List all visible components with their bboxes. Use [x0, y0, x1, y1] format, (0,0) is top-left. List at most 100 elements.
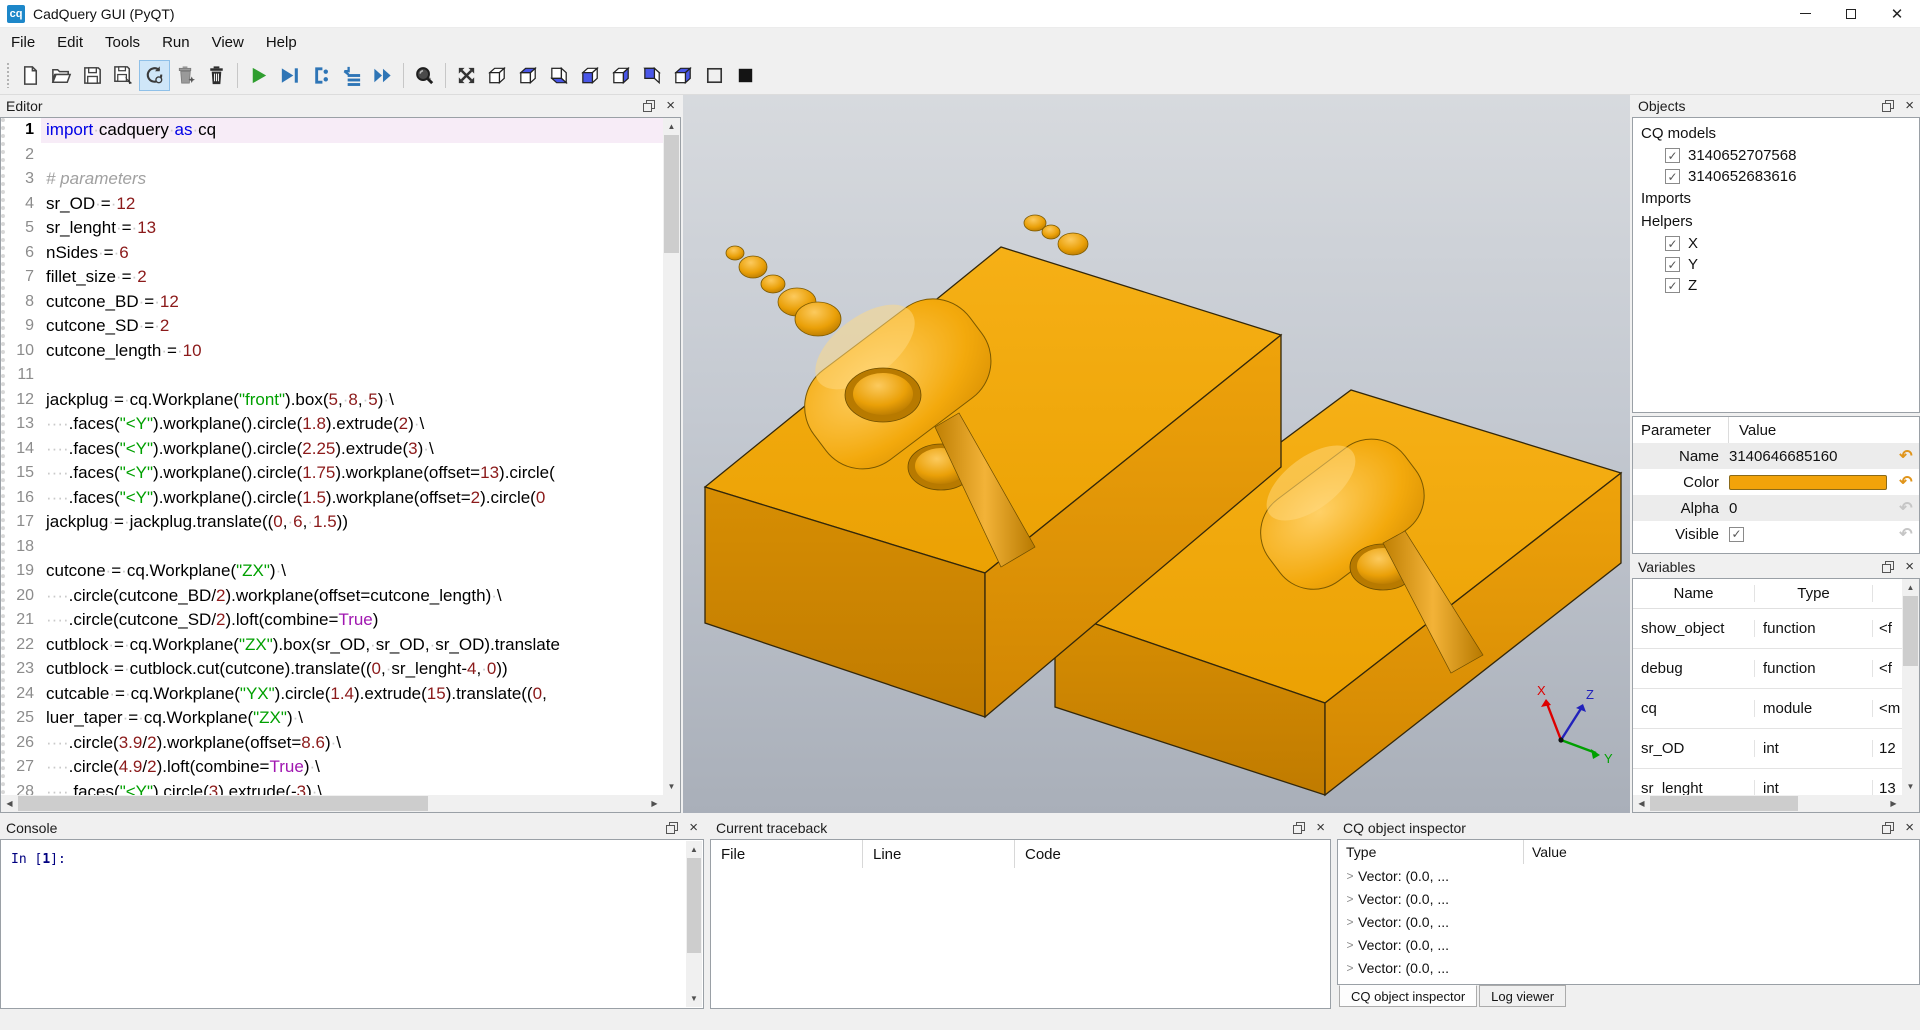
scroll-up-icon[interactable]: ▲	[686, 841, 702, 858]
tab-cq-object-inspector[interactable]: CQ object inspector	[1339, 985, 1477, 1007]
variable-row[interactable]: debugfunction<f	[1633, 649, 1902, 689]
expand-chevron-icon[interactable]: >	[1342, 869, 1358, 883]
render-button[interactable]	[243, 60, 274, 91]
code-line[interactable]: 15····.faces("<Y").workplane().circle(1.…	[5, 461, 663, 486]
code-line[interactable]: 5sr_lenght·=·13	[5, 216, 663, 241]
save-button[interactable]	[77, 60, 108, 91]
reset-icon[interactable]: ↶	[1893, 472, 1919, 492]
reload-button[interactable]	[139, 60, 170, 91]
float-dock-icon[interactable]	[1882, 561, 1894, 573]
code-line[interactable]: 8cutcone_BD·=·12	[5, 290, 663, 315]
close-dock-icon[interactable]: ×	[1905, 100, 1914, 112]
variables-horizontal-scrollbar[interactable]: ◀ ▶	[1633, 795, 1902, 812]
tree-item[interactable]: ✓Z	[1633, 275, 1919, 296]
code-line[interactable]: 12jackplug·=·cq.Workplane("front").box(5…	[5, 388, 663, 413]
code-line[interactable]: 17jackplug·=·jackplug.translate((0,·6,·1…	[5, 510, 663, 535]
new-file-button[interactable]	[15, 60, 46, 91]
menu-help[interactable]: Help	[255, 30, 308, 55]
variable-row[interactable]: show_objectfunction<f	[1633, 609, 1902, 649]
view-left-button[interactable]	[575, 60, 606, 91]
tree-group-label[interactable]: Helpers	[1633, 210, 1919, 233]
float-dock-icon[interactable]	[1293, 822, 1305, 834]
code-line[interactable]: 28····.faces("<Y").circle(3).extrude(-3)…	[5, 780, 663, 796]
tree-group-label[interactable]: CQ models	[1633, 122, 1919, 145]
name-column-header[interactable]: Name	[1633, 585, 1755, 602]
property-value[interactable]: 3140646685160	[1729, 448, 1837, 465]
code-line[interactable]: 22cutblock·=·cq.Workplane("ZX").box(sr_O…	[5, 633, 663, 658]
close-dock-icon[interactable]: ×	[1905, 822, 1914, 834]
tree-item[interactable]: ✓3140652683616	[1633, 166, 1919, 187]
scroll-down-icon[interactable]: ▼	[686, 990, 702, 1007]
wireframe-button[interactable]	[699, 60, 730, 91]
float-dock-icon[interactable]	[1882, 822, 1894, 834]
debug-button[interactable]	[274, 60, 305, 91]
code-line[interactable]: 26····.circle(3.9/2).workplane(offset=8.…	[5, 731, 663, 756]
3d-viewport[interactable]: X Z Y	[683, 95, 1630, 813]
code-line[interactable]: 4sr_OD·=·12	[5, 192, 663, 217]
close-dock-icon[interactable]: ×	[1316, 822, 1325, 834]
code-line[interactable]: 16····.faces("<Y").workplane().circle(1.…	[5, 486, 663, 511]
fit-view-button[interactable]	[451, 60, 482, 91]
float-dock-icon[interactable]	[666, 822, 678, 834]
inspector-row[interactable]: >Vector: (0.0, ...	[1338, 887, 1919, 910]
code-line[interactable]: 21····.circle(cutcone_SD/2).loft(combine…	[5, 608, 663, 633]
reset-icon[interactable]: ↶	[1893, 446, 1919, 466]
scroll-left-icon[interactable]: ◀	[1, 795, 18, 812]
code-line[interactable]: 13····.faces("<Y").workplane().circle(1.…	[5, 412, 663, 437]
inspector-row[interactable]: >Vector: (0.0, ...	[1338, 864, 1919, 887]
checkbox[interactable]: ✓	[1665, 169, 1680, 184]
scroll-down-icon[interactable]: ▼	[1902, 778, 1919, 795]
inspector-row[interactable]: >Vector: (0.0, ...	[1338, 933, 1919, 956]
shaded-button[interactable]	[730, 60, 761, 91]
scroll-thumb[interactable]	[1903, 596, 1918, 666]
open-file-button[interactable]	[46, 60, 77, 91]
scroll-up-icon[interactable]: ▲	[663, 118, 680, 135]
expand-chevron-icon[interactable]: >	[1342, 961, 1358, 975]
tree-item[interactable]: ✓3140652707568	[1633, 145, 1919, 166]
code-column-header[interactable]: Code	[1015, 840, 1061, 868]
code-line[interactable]: 9cutcone_SD·=·2	[5, 314, 663, 339]
line-column-header[interactable]: Line	[863, 840, 1015, 868]
code-line[interactable]: 23cutblock·=·cutblock.cut(cutcone).trans…	[5, 657, 663, 682]
view-top-button[interactable]	[513, 60, 544, 91]
continue-button[interactable]	[367, 60, 398, 91]
inspector-row[interactable]: >Vector: (0.0, ...	[1338, 956, 1919, 979]
scroll-thumb[interactable]	[18, 796, 428, 811]
toggle-console-button[interactable]	[409, 60, 440, 91]
expand-chevron-icon[interactable]: >	[1342, 938, 1358, 952]
code-line[interactable]: 24cutcable·=·cq.Workplane("YX").circle(1…	[5, 682, 663, 707]
code-line[interactable]: 3# parameters	[5, 167, 663, 192]
maximize-button[interactable]	[1828, 0, 1874, 27]
menu-tools[interactable]: Tools	[94, 30, 151, 55]
console-area[interactable]: In [1]: ▲ ▼	[0, 839, 704, 1009]
code-line[interactable]: 14····.faces("<Y").workplane().circle(2.…	[5, 437, 663, 462]
code-line[interactable]: 11	[5, 363, 663, 388]
color-swatch[interactable]	[1729, 475, 1887, 490]
checkbox[interactable]: ✓	[1665, 278, 1680, 293]
clear-stale-button[interactable]	[170, 60, 201, 91]
type-column-header[interactable]: Type	[1338, 840, 1524, 864]
expand-chevron-icon[interactable]: >	[1342, 892, 1358, 906]
float-dock-icon[interactable]	[643, 100, 655, 112]
menu-run[interactable]: Run	[151, 30, 201, 55]
checkbox[interactable]: ✓	[1665, 236, 1680, 251]
scroll-thumb[interactable]	[664, 135, 679, 253]
scroll-right-icon[interactable]: ▶	[646, 795, 663, 812]
view-iso-button[interactable]	[482, 60, 513, 91]
expand-chevron-icon[interactable]: >	[1342, 915, 1358, 929]
delete-button[interactable]	[201, 60, 232, 91]
toolbar-drag-handle[interactable]	[6, 62, 11, 88]
menu-view[interactable]: View	[201, 30, 255, 55]
variable-row[interactable]: sr_lenghtint13	[1633, 769, 1902, 795]
scroll-right-icon[interactable]: ▶	[1885, 795, 1902, 812]
tree-item[interactable]: ✓Y	[1633, 254, 1919, 275]
code-line[interactable]: 10cutcone_length·=·10	[5, 339, 663, 364]
checkbox[interactable]: ✓	[1665, 257, 1680, 272]
code-line[interactable]: 25luer_taper·=·cq.Workplane("ZX")·\	[5, 706, 663, 731]
view-front-button[interactable]	[637, 60, 668, 91]
visible-checkbox[interactable]: ✓	[1729, 527, 1744, 542]
tree-item[interactable]: ✓X	[1633, 233, 1919, 254]
code-line[interactable]: 7fillet_size·=·2	[5, 265, 663, 290]
float-dock-icon[interactable]	[1882, 100, 1894, 112]
code-line[interactable]: 20····.circle(cutcone_BD/2).workplane(of…	[5, 584, 663, 609]
